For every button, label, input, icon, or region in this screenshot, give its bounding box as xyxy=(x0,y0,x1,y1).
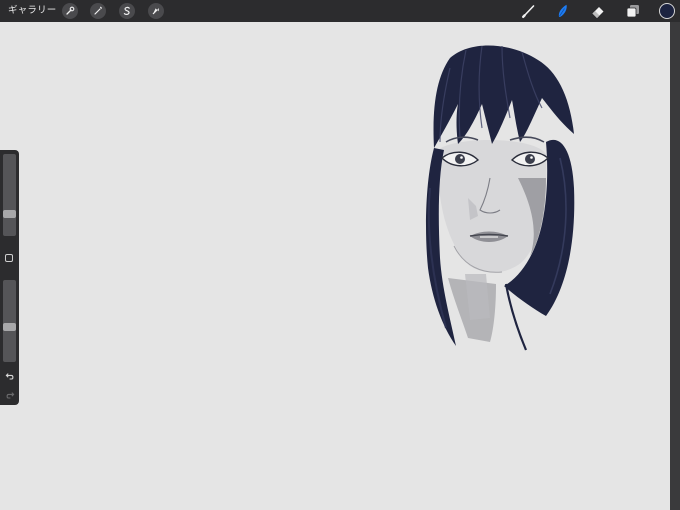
undo-icon[interactable] xyxy=(3,369,16,382)
brush-size-slider[interactable] xyxy=(3,154,16,236)
layers-icon[interactable] xyxy=(625,3,641,19)
arrow-cursor-icon[interactable] xyxy=(148,3,164,19)
left-sidebar xyxy=(0,150,19,405)
selection-s-icon[interactable] xyxy=(119,3,135,19)
modify-button[interactable] xyxy=(5,254,13,262)
magic-wand-icon[interactable] xyxy=(90,3,106,19)
smudge-icon[interactable] xyxy=(555,3,571,19)
color-swatch-button[interactable] xyxy=(659,3,675,19)
opacity-thumb[interactable] xyxy=(3,323,16,331)
top-toolbar: ギャラリー xyxy=(0,0,680,22)
brush-icon[interactable] xyxy=(521,3,537,19)
brush-size-thumb[interactable] xyxy=(3,210,16,218)
canvas-edge xyxy=(670,22,680,510)
eraser-icon[interactable] xyxy=(590,3,606,19)
opacity-slider[interactable] xyxy=(3,280,16,362)
redo-icon[interactable] xyxy=(3,388,16,401)
gallery-button[interactable]: ギャラリー xyxy=(8,0,57,22)
portrait-sketch xyxy=(426,45,575,351)
wrench-icon[interactable] xyxy=(62,3,78,19)
